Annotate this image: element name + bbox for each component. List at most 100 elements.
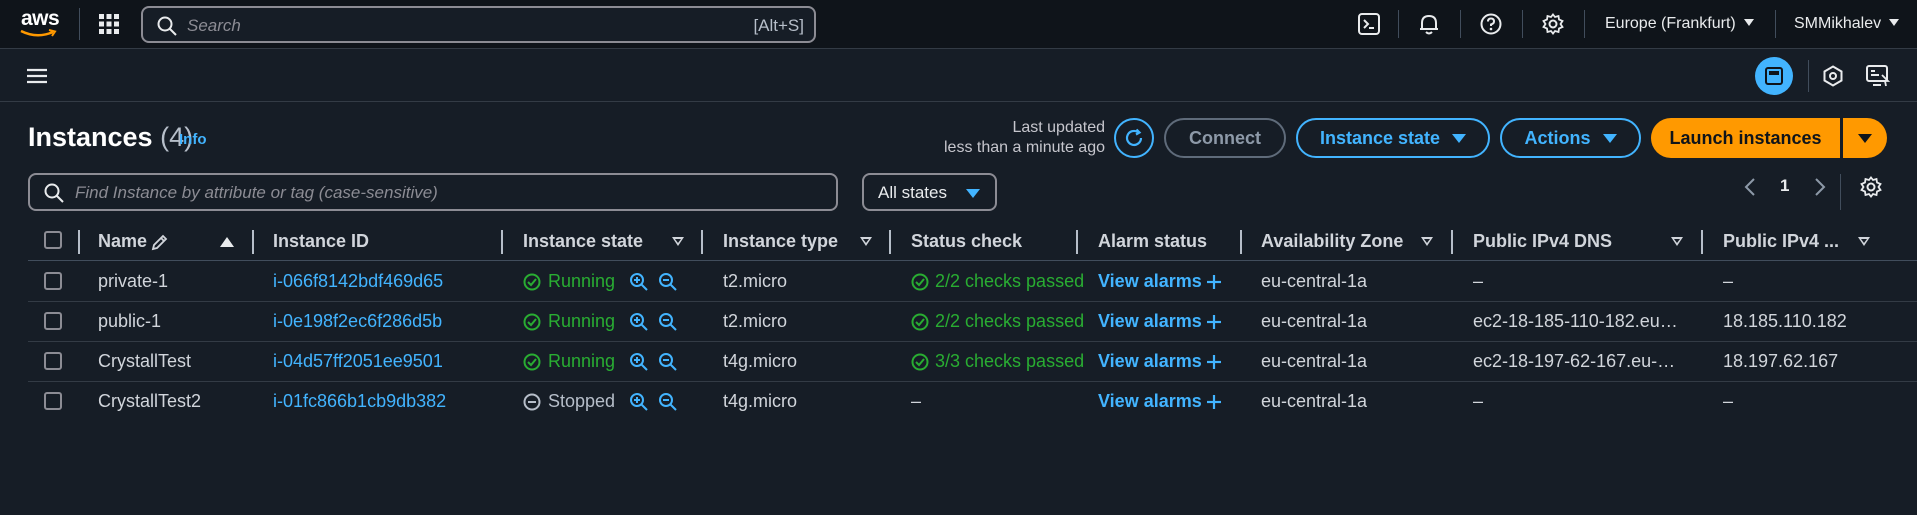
chevron-down-icon — [1743, 19, 1754, 26]
view-alarms-link[interactable]: View alarms — [1098, 351, 1202, 372]
sort-icon[interactable] — [1858, 237, 1870, 246]
plus-icon[interactable] — [1206, 394, 1222, 410]
info-link[interactable]: Info — [179, 131, 207, 148]
sort-ascending-icon[interactable] — [220, 237, 234, 247]
global-search-input[interactable]: Search [Alt+S] — [141, 6, 816, 43]
launch-options-dropdown[interactable] — [1843, 118, 1887, 158]
chevron-right-icon[interactable] — [1814, 178, 1826, 196]
search-shortcut: [Alt+S] — [753, 16, 804, 35]
column-header-instance-state[interactable]: Instance state — [523, 231, 643, 252]
cell-name: CrystallTest — [98, 351, 192, 371]
logo-smile-icon — [20, 29, 57, 37]
view-alarms-link[interactable]: View alarms — [1098, 311, 1202, 332]
aws-logo[interactable]: aws — [18, 7, 60, 41]
column-header-public-ipv4-dns[interactable]: Public IPv4 DNS — [1473, 231, 1612, 252]
help-icon[interactable] — [1480, 13, 1502, 35]
panel-toggle-button[interactable] — [1755, 57, 1793, 95]
cell-public-dns: – — [1473, 271, 1484, 291]
launch-instances-button[interactable]: Launch instances — [1651, 118, 1840, 158]
zoom-in-icon[interactable] — [629, 352, 649, 372]
table-settings-icon[interactable] — [1860, 176, 1882, 198]
zoom-in-icon[interactable] — [629, 392, 649, 412]
page-title: Instances (4) — [28, 122, 193, 153]
zoom-out-icon[interactable] — [658, 392, 678, 412]
column-header-status-check[interactable]: Status check — [911, 231, 1022, 252]
check-circle-icon — [911, 353, 929, 371]
zoom-out-icon[interactable] — [658, 312, 678, 332]
logo-text: aws — [21, 7, 60, 30]
monitor-icon[interactable] — [1866, 65, 1890, 87]
select-all-checkbox[interactable] — [44, 231, 62, 249]
row-divider — [28, 341, 1917, 342]
region-selector[interactable]: Europe (Frankfurt) — [1605, 15, 1754, 33]
top-navigation: aws Search [Alt+S] Europe (Frankfurt) SM… — [0, 0, 1917, 49]
row-divider — [28, 301, 1917, 302]
view-alarms-link[interactable]: View alarms — [1098, 271, 1202, 292]
security-hex-icon[interactable] — [1822, 65, 1844, 87]
cell-public-ip: – — [1723, 271, 1734, 291]
cell-name: CrystallTest2 — [98, 391, 202, 411]
cell-instance-id-link[interactable]: i-01fc866b1cb9db382 — [273, 391, 446, 412]
nav-divider — [1460, 10, 1461, 38]
row-checkbox[interactable] — [44, 392, 62, 410]
row-checkbox[interactable] — [44, 312, 62, 330]
cell-state: Running — [548, 311, 616, 331]
cell-instance-id-link[interactable]: i-066f8142bdf469d65 — [273, 271, 443, 292]
table-header-divider — [28, 260, 1917, 261]
cell-public-ip: 18.197.62.167 — [1723, 351, 1839, 371]
plus-icon[interactable] — [1206, 314, 1222, 330]
column-header-instance-id[interactable]: Instance ID — [273, 231, 369, 252]
nav-divider — [1775, 10, 1776, 38]
zoom-out-icon[interactable] — [658, 352, 678, 372]
instance-state-button[interactable]: Instance state — [1296, 118, 1490, 158]
region-label: Europe (Frankfurt) — [1605, 15, 1736, 32]
cell-instance-type: t4g.micro — [723, 391, 798, 411]
refresh-button[interactable] — [1114, 118, 1154, 158]
current-page[interactable]: 1 — [1780, 176, 1789, 196]
column-divider — [1076, 230, 1078, 254]
view-alarms-link[interactable]: View alarms — [1098, 391, 1202, 412]
chevron-down-icon — [1889, 19, 1900, 26]
instance-filter-input[interactable]: Find Instance by attribute or tag (case-… — [28, 173, 838, 211]
menu-grid-icon[interactable] — [99, 14, 119, 34]
zoom-out-icon[interactable] — [658, 272, 678, 292]
states-select[interactable]: All states — [862, 173, 997, 211]
gear-icon[interactable] — [1542, 13, 1564, 35]
actions-label: Actions — [1524, 128, 1591, 148]
cell-instance-id-link[interactable]: i-0e198f2ec6f286d5b — [273, 311, 442, 332]
cell-instance-id-link[interactable]: i-04d57ff2051ee9501 — [273, 351, 443, 372]
pencil-icon[interactable] — [151, 233, 169, 251]
column-divider — [1240, 230, 1242, 254]
hamburger-menu-icon[interactable] — [27, 68, 47, 84]
column-header-availability-zone[interactable]: Availability Zone — [1261, 231, 1403, 252]
column-header-instance-type[interactable]: Instance type — [723, 231, 838, 252]
plus-icon[interactable] — [1206, 274, 1222, 290]
zoom-in-icon[interactable] — [629, 312, 649, 332]
connect-button[interactable]: Connect — [1164, 118, 1286, 158]
cell-public-dns: – — [1473, 391, 1484, 411]
last-updated-value: less than a minute ago — [944, 139, 1105, 156]
cell-public-ip: – — [1723, 391, 1734, 411]
cell-state: Running — [548, 351, 616, 371]
zoom-in-icon[interactable] — [629, 272, 649, 292]
actions-button[interactable]: Actions — [1500, 118, 1641, 158]
column-header-public-ipv4[interactable]: Public IPv4 ... — [1723, 231, 1839, 252]
cell-instance-type: t4g.micro — [723, 351, 798, 371]
check-circle-icon — [523, 273, 541, 291]
column-header-alarm-status[interactable]: Alarm status — [1098, 231, 1207, 252]
sort-icon[interactable] — [672, 237, 684, 246]
account-menu[interactable]: SMMikhalev — [1794, 15, 1900, 33]
row-checkbox[interactable] — [44, 352, 62, 370]
plus-icon[interactable] — [1206, 354, 1222, 370]
column-header-name[interactable]: Name — [98, 231, 147, 252]
row-checkbox[interactable] — [44, 272, 62, 290]
cloudshell-icon[interactable] — [1358, 13, 1380, 35]
column-divider — [1451, 230, 1453, 254]
chevron-left-icon[interactable] — [1744, 178, 1756, 196]
sort-icon[interactable] — [1671, 237, 1683, 246]
sort-icon[interactable] — [860, 237, 872, 246]
bell-icon[interactable] — [1418, 13, 1440, 35]
sort-icon[interactable] — [1421, 237, 1433, 246]
caret-down-icon — [1602, 134, 1617, 143]
cell-status-check: 2/2 checks passed — [935, 271, 1085, 291]
